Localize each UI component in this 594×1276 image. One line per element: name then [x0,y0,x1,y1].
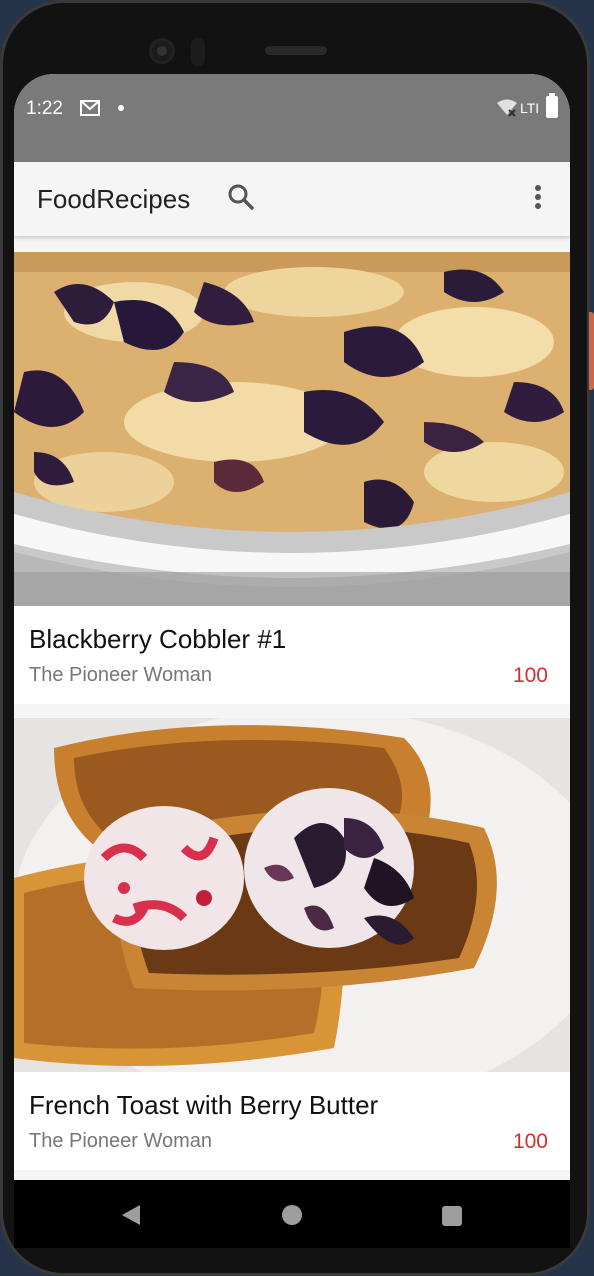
recipe-source: The Pioneer Woman [29,1130,213,1152]
recipe-title: Blackberry Cobbler #1 [29,624,287,654]
recipe-title: French Toast with Berry Butter [29,1090,379,1120]
recipe-image-french-toast [14,718,570,1072]
recipe-source: The Pioneer Woman [29,664,213,686]
front-camera [149,38,175,64]
status-bar: 1:22 LTI [14,74,570,162]
wifi-off-icon [497,99,517,117]
app-toolbar: FoodRecipes [14,162,570,236]
earpiece-speaker [265,46,327,55]
notification-dot-icon [118,105,124,111]
recipe-rating: 100 [512,1130,548,1153]
recipe-list[interactable]: Blackberry Cobbler #1 The Pioneer Woman … [14,236,570,1180]
blackberry-cobbler-photo [14,252,570,606]
recents-icon[interactable] [442,1206,462,1226]
overflow-menu-icon[interactable] [526,182,550,212]
french-toast-photo [14,718,570,1072]
app-title: FoodRecipes [37,184,191,214]
back-icon[interactable] [120,1204,142,1226]
status-time: 1:22 [26,98,63,119]
search-icon[interactable] [226,182,256,212]
network-label: LTI [520,100,540,116]
recipe-image-blackberry-cobbler [14,252,570,606]
recipe-card[interactable]: Blackberry Cobbler #1 The Pioneer Woman … [14,252,570,704]
home-icon[interactable] [282,1205,302,1225]
recipe-rating: 100 [512,664,548,687]
recipe-card[interactable]: French Toast with Berry Butter The Pione… [14,718,570,1170]
proximity-sensor [191,38,205,66]
power-button[interactable] [589,312,594,390]
gmail-icon [80,100,100,116]
battery-icon [546,93,558,118]
phone-screen: 1:22 LTI FoodRecipes Blackberry Cobbler … [14,74,570,1248]
navigation-bar [14,1180,570,1248]
